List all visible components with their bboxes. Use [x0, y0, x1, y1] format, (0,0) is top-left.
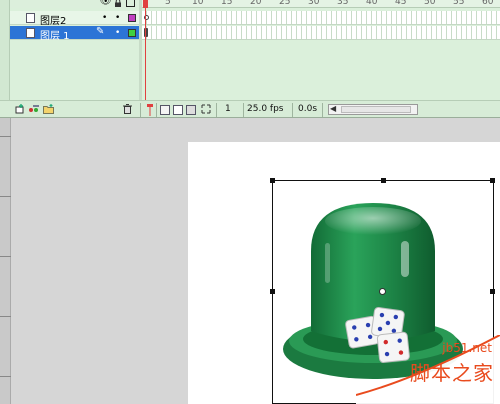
edit-multiple-icon[interactable]	[186, 105, 196, 115]
lock-dot[interactable]: •	[115, 13, 120, 23]
layer-row-2[interactable]: 图层2 • •	[10, 11, 139, 27]
onion-skin-icon[interactable]	[160, 105, 170, 115]
ruler-number: 60	[482, 0, 494, 7]
frame-track-1[interactable]	[142, 26, 500, 40]
watermark-url: jb51.net	[442, 341, 492, 355]
ruler-number: 55	[453, 0, 465, 7]
layer-name: 图层2	[40, 16, 67, 27]
timeline-panel: 👁 5 10 15 20 25 30 35 40 45 50 55 60 图层2…	[0, 0, 500, 118]
current-frame-readout: 1	[225, 104, 231, 114]
ruler-number: 50	[424, 0, 436, 7]
outline-color-swatch[interactable]	[128, 14, 136, 22]
ruler-number: 30	[308, 0, 320, 7]
ruler-number: 5	[165, 0, 171, 7]
add-guide-icon[interactable]	[28, 104, 40, 115]
onion-outline-icon[interactable]	[173, 105, 183, 115]
outline-color-swatch[interactable]	[128, 29, 136, 37]
ruler-number: 15	[221, 0, 233, 7]
add-folder-icon[interactable]	[43, 104, 54, 115]
pencil-icon: ✎	[96, 26, 105, 37]
frame-rate-readout[interactable]: 25.0 fps	[247, 103, 283, 116]
scrollbar-thumb[interactable]	[341, 106, 411, 113]
layer-header: 👁	[10, 0, 139, 8]
watermark-text: 脚本之家	[410, 361, 494, 385]
ruler-number: 35	[337, 0, 349, 7]
frame-track-2[interactable]	[142, 11, 500, 25]
ruler-number: 20	[250, 0, 262, 7]
frame-ruler[interactable]: 5 10 15 20 25 30 35 40 45 50 55 60	[142, 0, 500, 8]
scroll-left-icon[interactable]: ◀	[330, 104, 336, 113]
watermark: jb51.net 脚本之家	[356, 335, 500, 404]
onion-markers-icon[interactable]	[201, 104, 211, 115]
add-layer-icon[interactable]	[15, 104, 25, 115]
layer-row-1[interactable]: 图层 1 ✎ • •	[10, 26, 139, 42]
ruler-number: 10	[192, 0, 204, 7]
elapsed-time-readout: 0.0s	[298, 104, 318, 114]
trash-icon[interactable]	[123, 104, 132, 115]
ruler-number: 25	[279, 0, 291, 7]
layer-name: 图层 1	[40, 31, 70, 42]
outline-icon[interactable]	[126, 0, 135, 8]
transform-center-point[interactable]	[379, 288, 386, 295]
timeline-toolbar: 1 25.0 fps 0.0s ◀	[0, 100, 500, 118]
ruler-number: 40	[366, 0, 378, 7]
timeline-scrollbar[interactable]: ◀	[328, 104, 418, 115]
visibility-dot[interactable]: •	[102, 13, 107, 23]
eye-icon[interactable]: 👁	[100, 0, 111, 7]
lock-icon[interactable]	[113, 0, 122, 8]
vertical-ruler	[0, 118, 11, 404]
ruler-number: 45	[395, 0, 407, 7]
center-frame-icon[interactable]	[147, 104, 153, 116]
layer-icon	[26, 28, 35, 38]
layer-icon	[26, 13, 35, 23]
